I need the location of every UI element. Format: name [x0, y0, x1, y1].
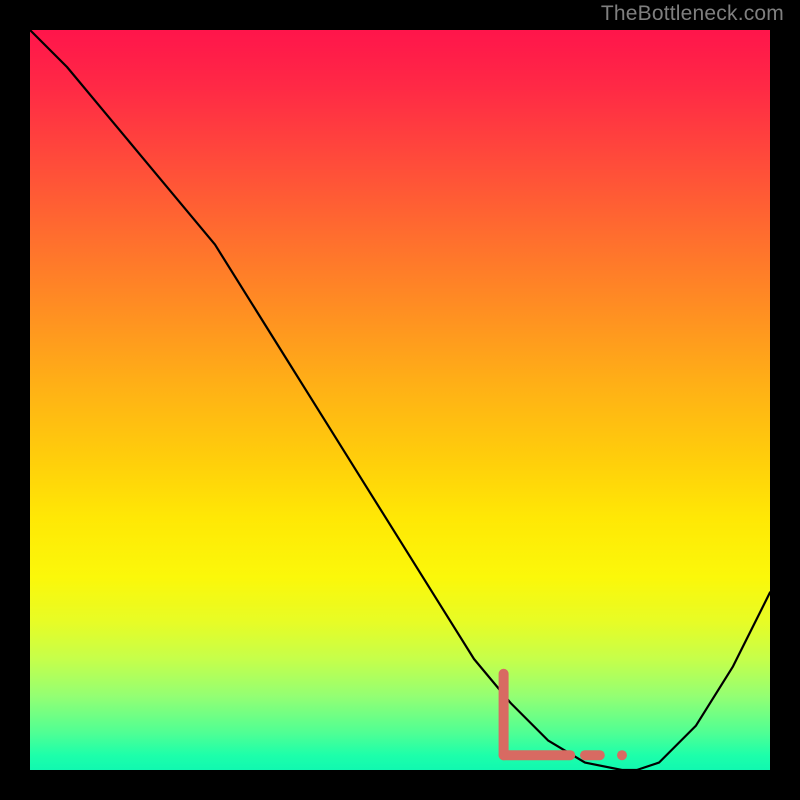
- plot-area: [30, 30, 770, 770]
- bottleneck-curve: [30, 30, 770, 770]
- chart-frame: TheBottleneck.com: [0, 0, 800, 800]
- attribution-text: TheBottleneck.com: [601, 2, 784, 26]
- minimum-marker: [504, 674, 627, 760]
- chart-svg: [30, 30, 770, 770]
